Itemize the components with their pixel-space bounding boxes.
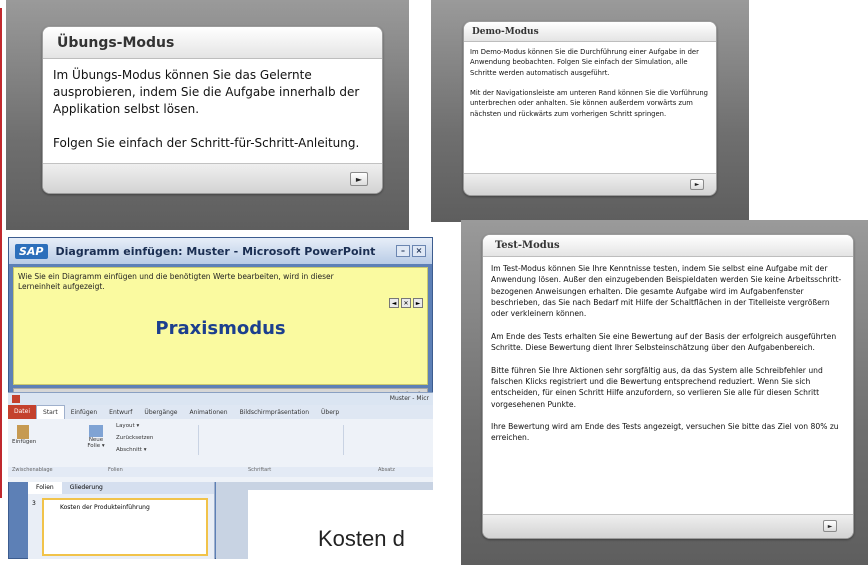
slide-canvas[interactable]: Kosten d <box>216 482 433 559</box>
tab-start[interactable]: Start <box>36 405 65 419</box>
demo-play-button[interactable]: ► <box>690 179 704 190</box>
test-card: Test-Modus Im Test-Modus können Sie Ihre… <box>482 234 854 539</box>
tab-ueberpruefen[interactable]: Überp <box>315 409 345 416</box>
new-slide-icon <box>89 425 103 437</box>
play-icon: ► <box>827 522 833 530</box>
test-body: Im Test-Modus können Sie Ihre Kenntnisse… <box>491 264 842 443</box>
ppt-ribbon: Muster - Micr Datei Start Einfügen Entwu… <box>8 392 433 482</box>
slide-number: 3 <box>32 500 36 507</box>
play-icon: ► <box>694 181 700 188</box>
minimize-icon[interactable]: – <box>396 245 410 257</box>
demo-card: Demo-Modus Im Demo-Modus können Sie die … <box>463 21 717 196</box>
tab-folien[interactable]: Folien <box>28 482 62 494</box>
sap-logo: SAP <box>15 243 48 259</box>
close-icon[interactable]: × <box>412 245 426 257</box>
group-slides: Folien <box>108 467 123 473</box>
demo-footer: ► <box>464 173 716 195</box>
ppt-quickbar: Muster - Micr <box>8 393 433 405</box>
panel-tabs: Folien Gliederung <box>28 482 214 494</box>
tab-animationen[interactable]: Animationen <box>183 409 233 416</box>
demo-body: Im Demo-Modus können Sie die Durchführun… <box>470 48 708 118</box>
forward-icon[interactable]: ► <box>413 298 423 308</box>
tab-einfuegen[interactable]: Einfügen <box>65 409 103 416</box>
font-controls[interactable] <box>198 425 338 455</box>
uebung-title: Übungs-Modus <box>43 27 382 59</box>
tab-entwurf[interactable]: Entwurf <box>103 409 138 416</box>
back-icon[interactable]: ◄ <box>389 298 399 308</box>
test-play-button[interactable]: ► <box>823 520 837 532</box>
demo-title: Demo-Modus <box>464 22 716 42</box>
new-slide-button[interactable]: Neue Folie ▾ <box>84 425 108 449</box>
left-red-line <box>0 8 2 498</box>
play-icon: ► <box>355 174 363 184</box>
test-title: Test-Modus <box>483 235 853 257</box>
uebung-play-button[interactable]: ► <box>350 172 368 186</box>
paste-label: Einfügen <box>12 439 37 445</box>
praxis-window-title: Diagramm einfügen: Muster - Microsoft Po… <box>55 244 376 258</box>
group-font: Schriftart <box>248 467 272 473</box>
paste-button[interactable]: Einfügen <box>12 425 37 445</box>
ppt-title: Muster - Micr <box>389 395 429 402</box>
instruction-nav: ◄ ✕ ► <box>389 298 423 308</box>
layout-button[interactable]: Layout ▾ <box>116 423 139 429</box>
slide-thumb-title: Kosten der Produkteinführung <box>60 504 150 511</box>
ppt-icon <box>12 395 20 403</box>
slides-panel: Folien Gliederung 3 Kosten der Produktei… <box>28 482 215 559</box>
slide-main: Kosten d <box>248 490 433 559</box>
ribbon-tabs: Datei Start Einfügen Entwurf Übergänge A… <box>8 405 433 419</box>
tab-uebergaenge[interactable]: Übergänge <box>138 409 183 416</box>
slide-thumbnail[interactable]: Kosten der Produkteinführung <box>42 498 208 556</box>
group-paragraph: Absatz <box>378 467 395 473</box>
praxis-label: Praxismodus <box>155 318 286 339</box>
tab-bildschirm[interactable]: Bildschirmpräsentation <box>234 409 315 416</box>
instruction-panel: Wie Sie ein Diagramm einfügen und die be… <box>13 267 428 385</box>
close-icon[interactable]: ✕ <box>401 298 411 308</box>
new-slide-label: Neue Folie ▾ <box>87 437 105 449</box>
uebung-body: Im Übungs-Modus können Sie das Gelernte … <box>53 68 360 150</box>
paragraph-controls[interactable] <box>343 425 433 455</box>
reset-button[interactable]: Zurücksetzen <box>116 435 153 441</box>
ribbon-body: Einfügen Neue Folie ▾ Layout ▾ Zurückset… <box>8 419 433 467</box>
instruction-text: Wie Sie ein Diagramm einfügen und die be… <box>18 272 334 291</box>
tab-gliederung[interactable]: Gliederung <box>62 482 111 494</box>
tab-datei[interactable]: Datei <box>8 405 37 419</box>
slide-main-title: Kosten d <box>318 526 405 551</box>
section-button[interactable]: Abschnitt ▾ <box>116 447 146 453</box>
paste-icon <box>17 425 29 439</box>
group-clipboard: Zwischenablage <box>12 467 53 473</box>
praxis-titlebar: SAP Diagramm einfügen: Muster - Microsof… <box>9 238 432 264</box>
test-footer: ► <box>483 514 853 538</box>
uebung-footer: ► <box>43 163 382 193</box>
ribbon-groups: Zwischenablage Folien Schriftart Absatz <box>8 467 433 477</box>
uebung-card: Übungs-Modus Im Übungs-Modus können Sie … <box>42 26 383 194</box>
